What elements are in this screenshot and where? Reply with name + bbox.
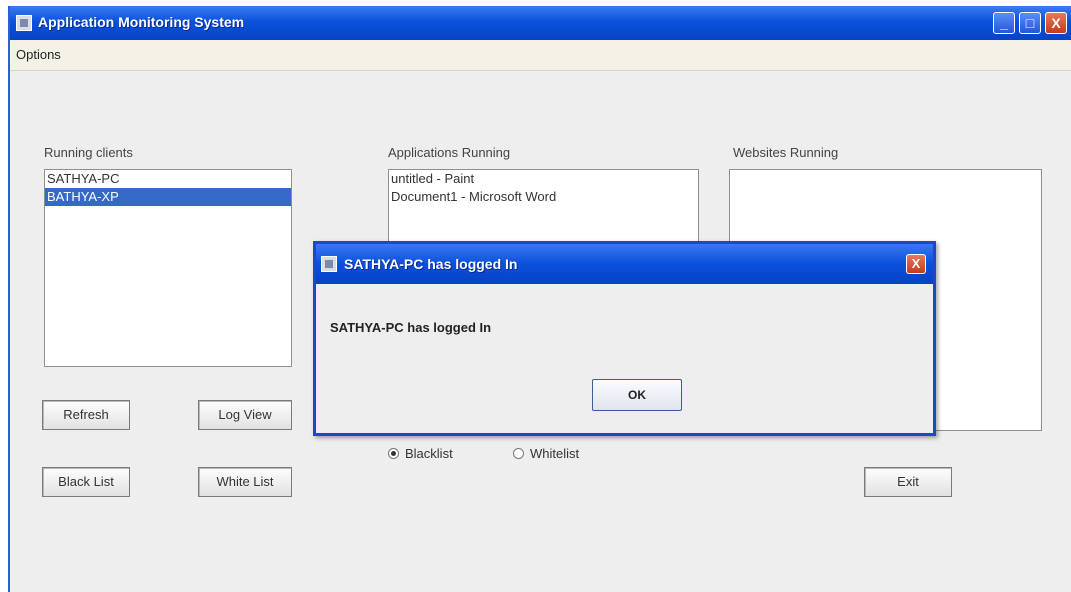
refresh-button[interactable]: Refresh [42, 400, 130, 430]
dialog-app-icon [321, 256, 337, 272]
whitelist-radio-label: Whitelist [530, 446, 580, 461]
window-title: Application Monitoring System [38, 14, 245, 30]
menubar: Options [10, 40, 1071, 71]
menu-options[interactable]: Options [16, 47, 61, 62]
minimize-button[interactable]: _ [993, 12, 1015, 34]
radio-selected-icon [388, 448, 399, 459]
dialog-titlebar[interactable]: SATHYA-PC has logged In X [316, 244, 933, 284]
blacklist-radio[interactable]: Blacklist [388, 446, 453, 461]
dialog-ok-button[interactable]: OK [592, 379, 682, 411]
login-dialog: SATHYA-PC has logged In X SATHYA-PC has … [313, 241, 936, 436]
dialog-title: SATHYA-PC has logged In [344, 256, 518, 272]
radio-unselected-icon [513, 448, 524, 459]
exit-button[interactable]: Exit [864, 467, 952, 497]
dialog-close-button[interactable]: X [906, 254, 926, 274]
app-row-1[interactable]: Document1 - Microsoft Word [389, 188, 698, 206]
clients-list[interactable]: SATHYA-PC BATHYA-XP [44, 169, 292, 367]
blacklist-radio-label: Blacklist [405, 446, 453, 461]
white-list-button[interactable]: White List [198, 467, 292, 497]
running-clients-label: Running clients [44, 145, 133, 160]
window-titlebar[interactable]: Application Monitoring System _ □ X [10, 6, 1071, 40]
applications-running-label: Applications Running [388, 145, 511, 160]
app-icon [16, 15, 32, 31]
dialog-message: SATHYA-PC has logged In [330, 320, 492, 335]
client-row-1[interactable]: BATHYA-XP [45, 188, 291, 206]
black-list-button[interactable]: Black List [42, 467, 130, 497]
log-view-button[interactable]: Log View [198, 400, 292, 430]
window-close-button[interactable]: X [1045, 12, 1067, 34]
client-row-0[interactable]: SATHYA-PC [45, 170, 291, 188]
websites-running-label: Websites Running [733, 145, 839, 160]
maximize-button[interactable]: □ [1019, 12, 1041, 34]
whitelist-radio[interactable]: Whitelist [513, 446, 579, 461]
app-row-0[interactable]: untitled - Paint [389, 170, 698, 188]
